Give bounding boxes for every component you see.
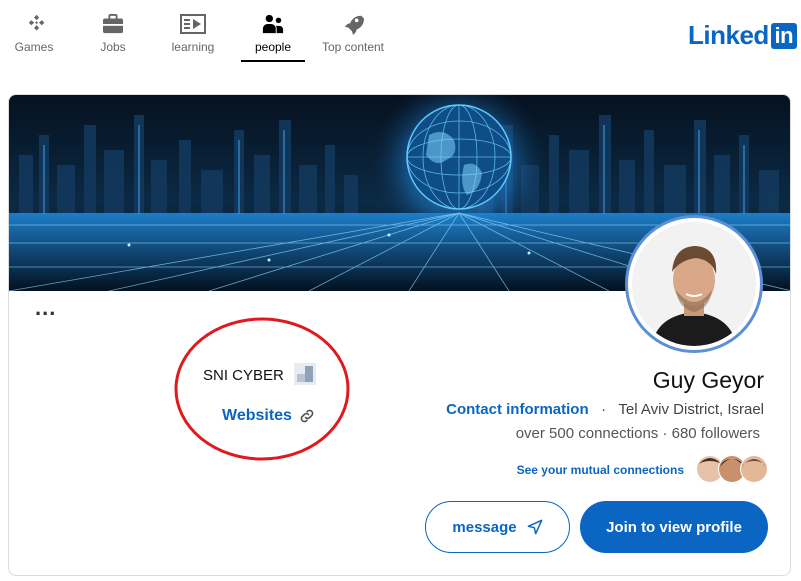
profile-photo[interactable] xyxy=(625,215,763,353)
message-label: message xyxy=(452,518,517,536)
link-icon xyxy=(300,409,314,423)
nav-learning[interactable]: learning xyxy=(170,12,216,62)
separator: · xyxy=(601,401,607,418)
join-to-view-profile-button[interactable]: Join to view profile xyxy=(580,501,768,553)
nav-people[interactable]: people xyxy=(241,12,305,62)
nav-games[interactable]: Games xyxy=(14,12,54,62)
contact-info-link[interactable]: Contact information xyxy=(446,401,589,418)
nav-people-label: people xyxy=(254,40,292,54)
nav-top-content-label: Top content xyxy=(321,40,385,54)
message-button[interactable]: message xyxy=(425,501,570,553)
avatar xyxy=(632,222,756,346)
mutual-avatars[interactable] xyxy=(695,453,769,485)
people-icon xyxy=(262,12,284,36)
nav-jobs[interactable]: Jobs xyxy=(96,12,130,62)
mutual-connections-link[interactable]: See your mutual connections xyxy=(517,463,684,477)
linkedin-logo[interactable]: Linked in xyxy=(688,20,797,51)
nav-learning-label: learning xyxy=(171,40,215,54)
briefcase-icon xyxy=(102,12,124,36)
puzzle-icon xyxy=(23,12,45,36)
contact-location-line: Contact information · Tel Aviv District,… xyxy=(446,401,764,418)
company-name[interactable]: SNI CYBER xyxy=(203,367,284,384)
logo-badge: in xyxy=(770,22,797,49)
video-icon xyxy=(180,12,206,36)
nav-top-content[interactable]: Top content xyxy=(320,12,386,62)
company-logo-icon[interactable] xyxy=(294,363,316,385)
websites-link[interactable]: Websites xyxy=(222,407,292,425)
mutual-avatar xyxy=(740,455,768,483)
location: Tel Aviv District, Israel xyxy=(618,401,764,418)
more-options-button[interactable]: ... xyxy=(35,297,56,319)
rocket-icon xyxy=(342,12,364,36)
logo-text: Linked xyxy=(688,20,769,50)
connections-followers: over 500 connections · 680 followers xyxy=(515,425,760,442)
nav-games-label: Games xyxy=(14,40,54,54)
red-circle-annotation xyxy=(174,317,350,461)
send-icon xyxy=(527,519,543,535)
top-nav: Games Jobs learning people Top content L… xyxy=(0,0,801,70)
profile-card: ... SNI CYBER Websites Guy Geyor Contact… xyxy=(8,94,791,576)
nav-jobs-label: Jobs xyxy=(100,40,126,54)
profile-name: Guy Geyor xyxy=(652,367,764,393)
